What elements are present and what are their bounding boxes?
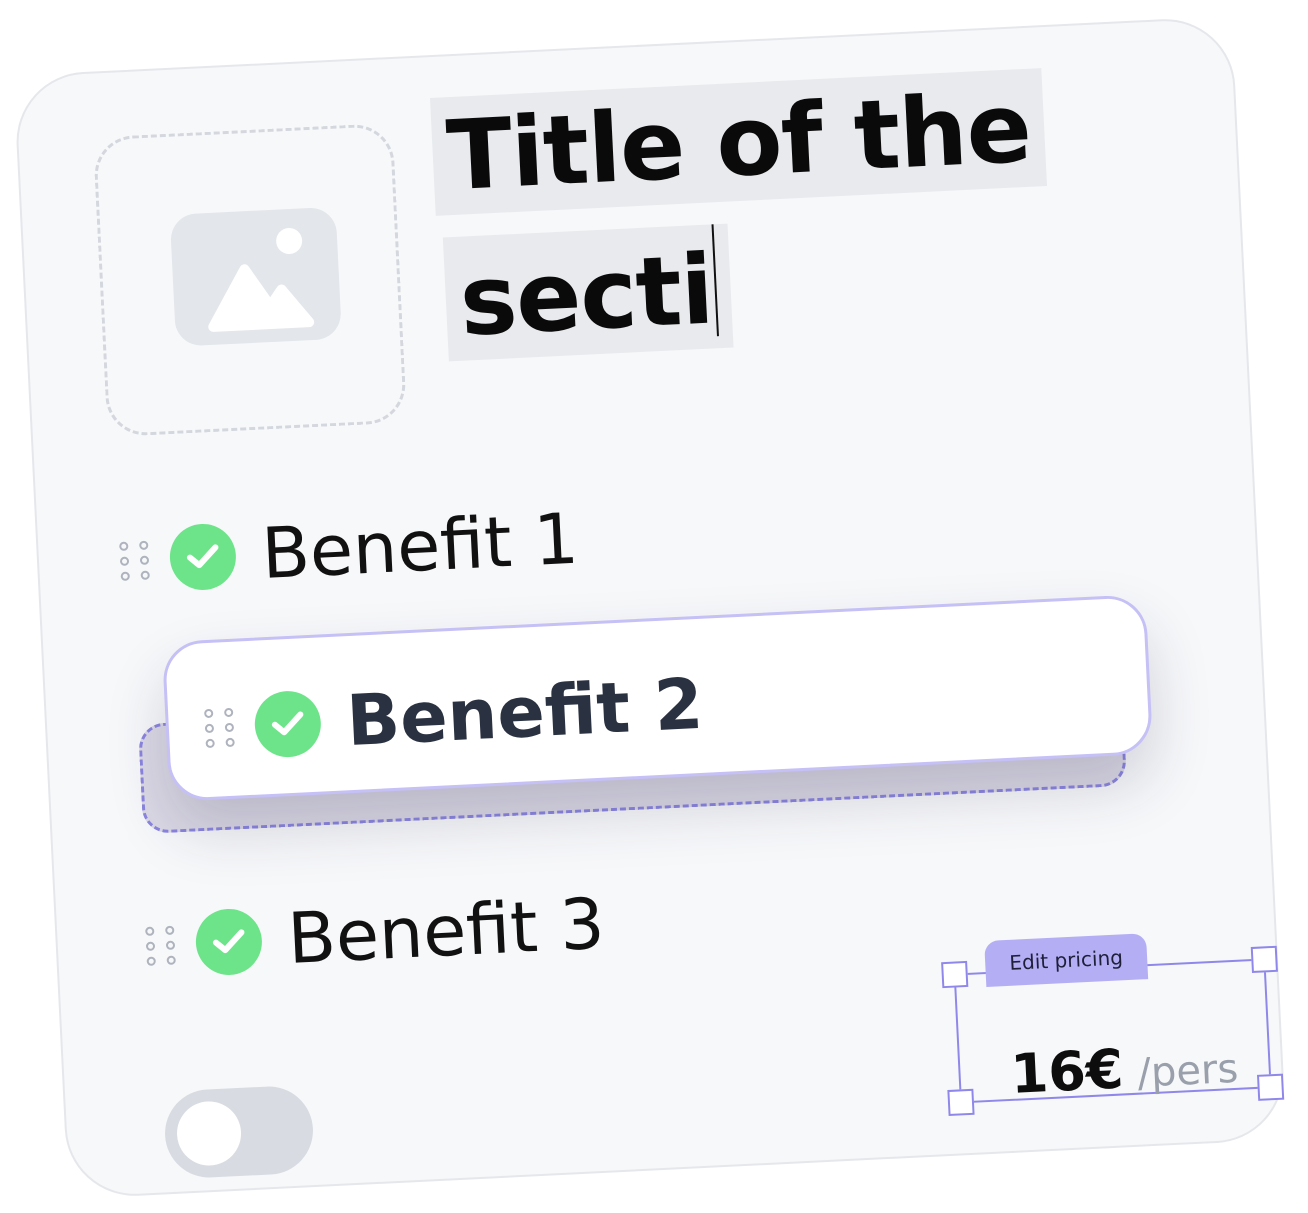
price-display: 16€/pers: [1009, 1032, 1240, 1105]
check-circle-icon: [168, 522, 238, 592]
benefit-label[interactable]: Benefit 3: [286, 883, 606, 980]
image-icon: [169, 206, 342, 347]
section-title-text: secti: [457, 233, 716, 358]
check-circle-icon: [253, 689, 323, 759]
benefit-label[interactable]: Benefit 2: [345, 663, 705, 762]
benefit-item-2[interactable]: Benefit 2: [203, 663, 705, 769]
drag-handle-icon[interactable]: [119, 540, 153, 581]
section-title-line-2[interactable]: secti: [442, 223, 734, 362]
price-amount[interactable]: 16€: [1009, 1037, 1125, 1105]
resize-handle-top-left[interactable]: [941, 960, 969, 989]
toggle-switch[interactable]: [162, 1084, 316, 1180]
edit-pricing-tab[interactable]: Edit pricing: [984, 933, 1149, 988]
resize-handle-bottom-left[interactable]: [947, 1088, 975, 1117]
section-title-editor[interactable]: Title of the secti: [430, 67, 1082, 362]
drag-handle-icon[interactable]: [203, 707, 238, 748]
resize-handle-top-right[interactable]: [1250, 945, 1278, 974]
price-unit: /pers: [1136, 1045, 1240, 1097]
toggle-knob: [175, 1099, 243, 1167]
editor-canvas: Title of the secti Benefit 1 Benefit 2 B…: [0, 0, 1308, 1213]
benefit-label[interactable]: Benefit 1: [260, 498, 580, 595]
pricing-selection-box[interactable]: Edit pricing 16€/pers: [941, 933, 1285, 1117]
check-circle-icon: [194, 907, 264, 977]
pricing-block[interactable]: Edit pricing 16€/pers: [941, 933, 1285, 1117]
resize-handle-bottom-right[interactable]: [1256, 1073, 1285, 1101]
image-placeholder[interactable]: [92, 122, 408, 438]
drag-handle-icon[interactable]: [145, 925, 179, 966]
